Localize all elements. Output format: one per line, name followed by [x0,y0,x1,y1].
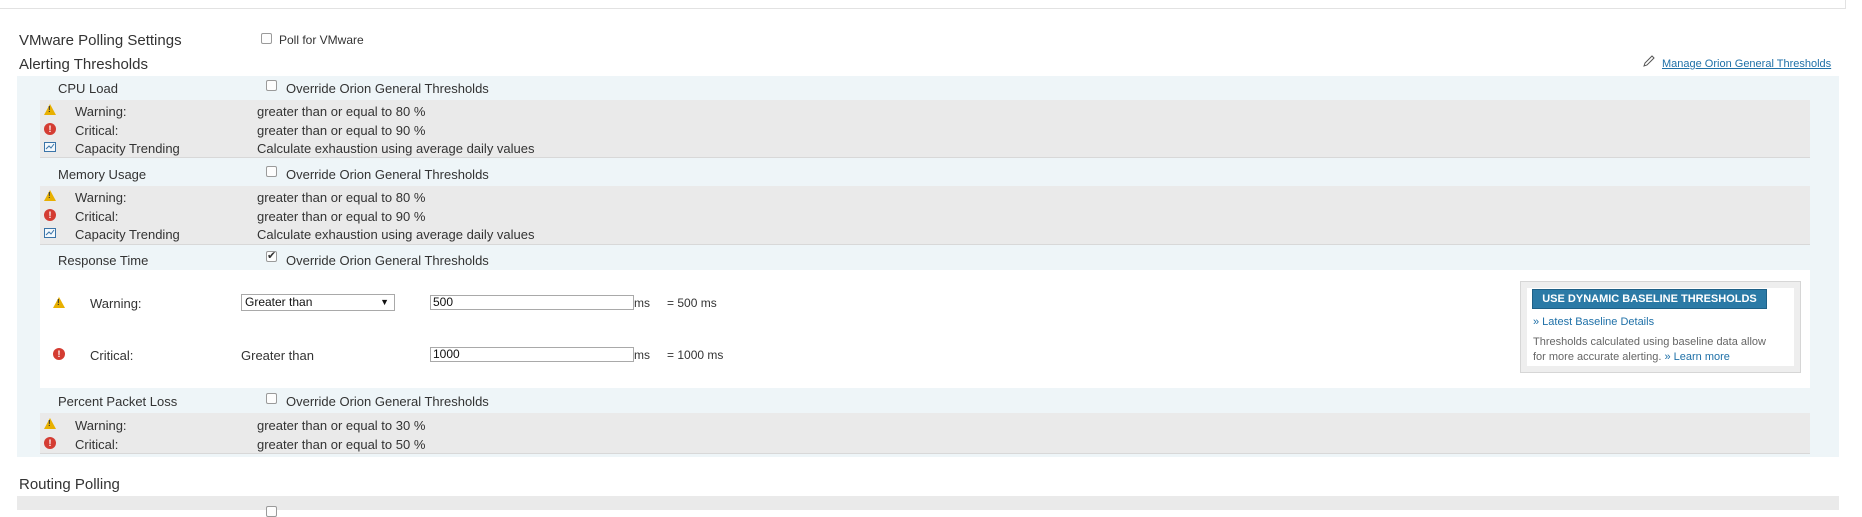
cpu-critical-label: Critical: [75,123,119,138]
response-warning-operator-select[interactable]: Greater than ▼ [241,294,395,311]
memory-warning-value: greater than or equal to 80 % [257,190,426,205]
baseline-description-line1: Thresholds calculated using baseline dat… [1533,336,1766,348]
memory-critical-label: Critical: [75,209,119,224]
baseline-description-text: for more accurate alerting. [1533,351,1662,363]
memory-critical-value: greater than or equal to 90 % [257,209,426,224]
warning-icon [44,418,56,429]
routing-checkbox[interactable] [266,506,277,517]
top-panel-border [0,0,1846,9]
response-critical-unit: ms [634,348,650,362]
memory-usage-title: Memory Usage [58,167,147,182]
warning-icon [44,104,56,115]
vmware-section-title: VMware Polling Settings [19,32,182,49]
response-critical-input[interactable]: 1000 [430,347,634,362]
capacity-trending-icon [44,228,56,238]
response-time-title: Response Time [58,253,149,268]
response-critical-result: = 1000 ms [667,348,724,362]
memory-trend-value: Calculate exhaustion using average daily… [257,227,535,242]
cpu-critical-value: greater than or equal to 90 % [257,123,426,138]
response-critical-label: Critical: [90,348,134,363]
cpu-override-label[interactable]: Override Orion General Thresholds [286,81,489,96]
critical-icon: ! [53,348,65,360]
latest-baseline-details-link[interactable]: » Latest Baseline Details [1533,316,1654,328]
warning-icon [44,190,56,201]
cpu-load-title: CPU Load [58,81,118,96]
response-critical-operator: Greater than [241,348,314,363]
cpu-warning-label: Warning: [75,104,127,119]
response-override-checkbox[interactable] [266,249,277,262]
response-override-label[interactable]: Override Orion General Thresholds [286,253,489,268]
critical-icon: ! [44,123,56,135]
learn-more-link[interactable]: » Learn more [1664,351,1729,363]
capacity-trending-icon [44,142,56,152]
packet-override-label[interactable]: Override Orion General Thresholds [286,394,489,409]
memory-trend-label: Capacity Trending [75,227,180,242]
response-warning-unit: ms [634,296,650,310]
packet-warning-value: greater than or equal to 30 % [257,418,426,433]
routing-section-title: Routing Polling [19,476,120,493]
baseline-description-line2: for more accurate alerting. » Learn more [1533,350,1730,364]
response-warning-operator-value: Greater than [245,295,313,309]
memory-override-checkbox[interactable] [266,166,277,177]
use-dynamic-baseline-button[interactable]: USE DYNAMIC BASELINE THRESHOLDS [1532,289,1767,309]
routing-panel [17,496,1839,510]
packet-critical-value: greater than or equal to 50 % [257,437,426,452]
packet-loss-title: Percent Packet Loss [58,394,178,409]
response-warning-label: Warning: [90,296,142,311]
alerting-section-title: Alerting Thresholds [19,56,148,73]
cpu-trend-value: Calculate exhaustion using average daily… [257,141,535,156]
cpu-trend-label: Capacity Trending [75,141,180,156]
response-warning-result: = 500 ms [667,296,717,310]
warning-icon [53,297,65,308]
packet-override-checkbox[interactable] [266,393,277,404]
poll-vmware-label[interactable]: Poll for VMware [279,33,364,47]
memory-override-label[interactable]: Override Orion General Thresholds [286,167,489,182]
pencil-icon [1643,55,1655,67]
manage-thresholds-link-text[interactable]: Manage Orion General Thresholds [1662,58,1831,70]
poll-vmware-checkbox[interactable] [261,33,272,44]
cpu-override-checkbox[interactable] [266,80,277,91]
cpu-warning-value: greater than or equal to 80 % [257,104,426,119]
packet-warning-label: Warning: [75,418,127,433]
critical-icon: ! [44,437,56,449]
critical-icon: ! [44,209,56,221]
dropdown-arrow-icon: ▼ [380,297,389,307]
response-warning-input[interactable]: 500 [430,295,634,310]
packet-critical-label: Critical: [75,437,119,452]
memory-warning-label: Warning: [75,190,127,205]
